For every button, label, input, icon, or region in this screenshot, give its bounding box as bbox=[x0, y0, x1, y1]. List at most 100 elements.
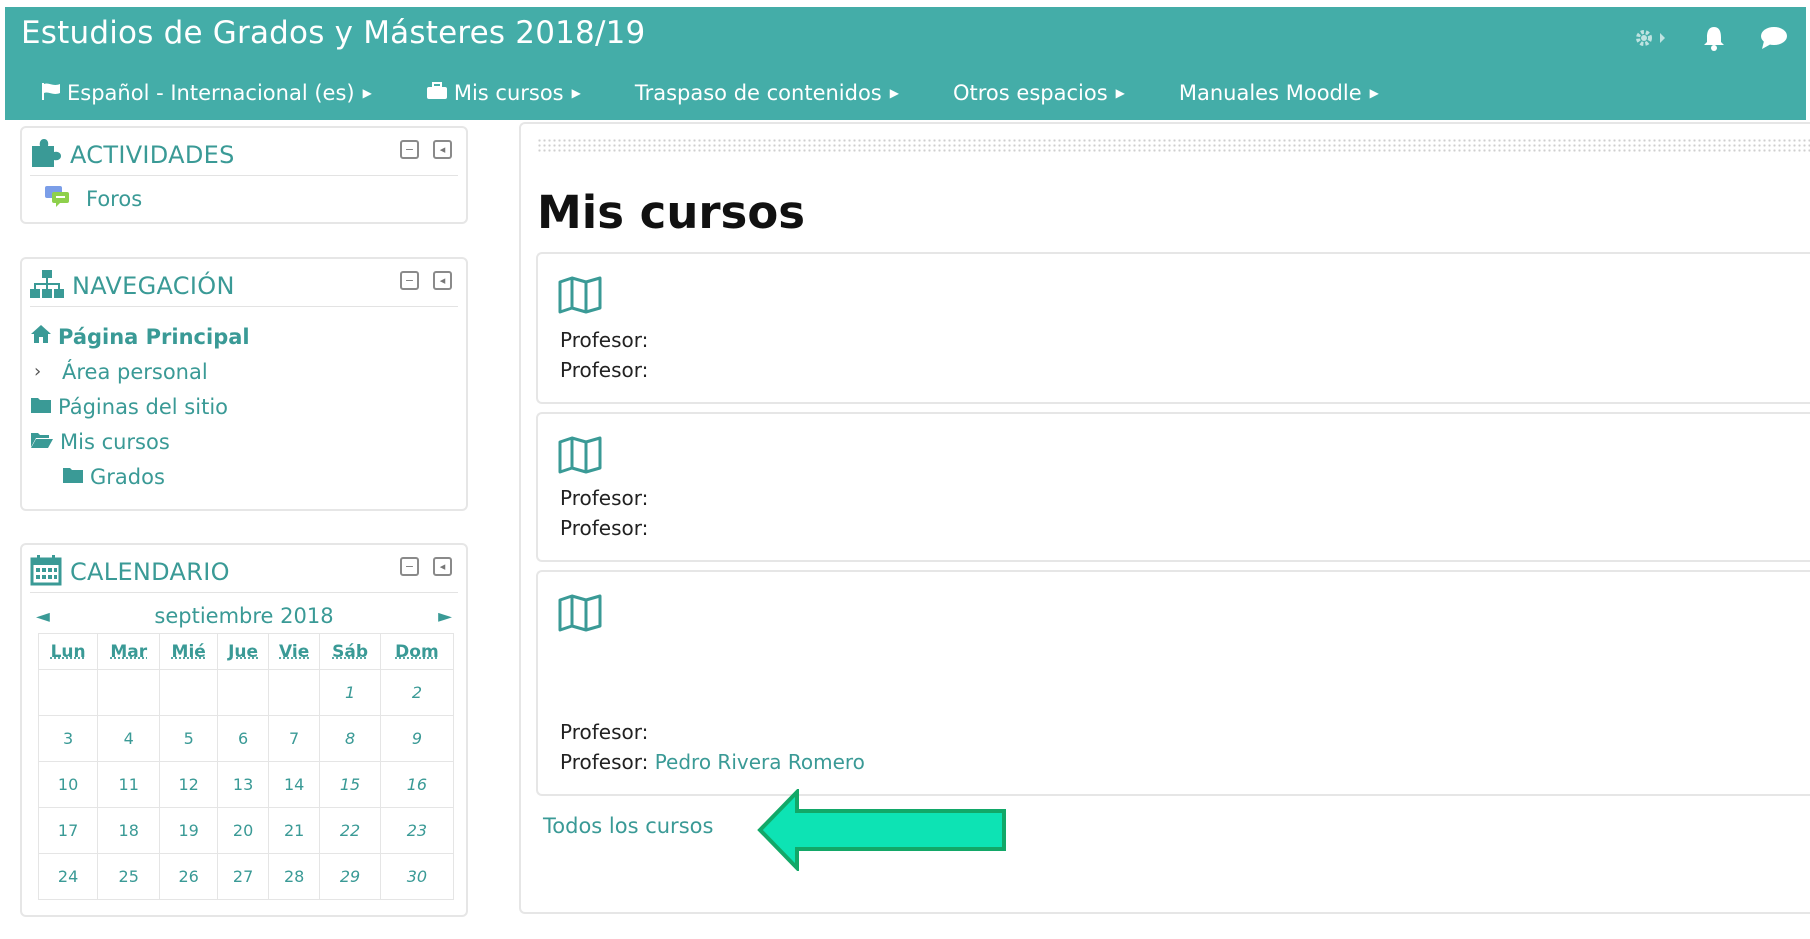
map-icon bbox=[558, 594, 602, 636]
weekday-header: Lun bbox=[39, 634, 98, 670]
calendar-day[interactable]: 17 bbox=[39, 808, 98, 854]
all-courses-link[interactable]: Todos los cursos bbox=[543, 814, 713, 838]
dock-icon[interactable]: ◂ bbox=[433, 140, 452, 159]
list-item[interactable]: Foros bbox=[44, 184, 142, 213]
teacher-line: Profesor: Pedro Rivera Romero bbox=[560, 750, 865, 774]
weekday-header: Sáb bbox=[320, 634, 381, 670]
calendar-day[interactable]: 26 bbox=[160, 854, 218, 900]
course-card[interactable]: Profesor: Profesor: Pedro Rivera Romero bbox=[536, 570, 1810, 796]
navigation-block: NAVEGACIÓN − ◂ Página Principal › Área p… bbox=[20, 257, 468, 511]
dock-icon[interactable]: ◂ bbox=[433, 557, 452, 576]
nav-other-spaces-label: Otros espacios bbox=[953, 81, 1108, 105]
calendar-day[interactable]: 16 bbox=[380, 762, 453, 808]
caret-right-icon: ▶ bbox=[1370, 86, 1379, 100]
calendar-day[interactable]: 19 bbox=[160, 808, 218, 854]
calendar-day[interactable]: 28 bbox=[269, 854, 320, 900]
block-header: CALENDARIO bbox=[30, 551, 458, 593]
calendar-day[interactable]: 2 bbox=[380, 670, 453, 716]
calendar-block: CALENDARIO − ◂ ◄ septiembre 2018 ► Lun M… bbox=[20, 543, 468, 917]
calendar-day[interactable]: 5 bbox=[160, 716, 218, 762]
site-title[interactable]: Estudios de Grados y Másteres 2018/19 bbox=[21, 15, 645, 51]
next-month-icon[interactable]: ► bbox=[438, 606, 452, 627]
main-content: Mis cursos Profesor: Profesor: Profesor:… bbox=[519, 122, 1810, 914]
collapse-icon[interactable]: − bbox=[400, 557, 419, 576]
briefcase-icon bbox=[426, 81, 448, 105]
calendar-day[interactable]: 12 bbox=[160, 762, 218, 808]
calendar-day[interactable]: 23 bbox=[380, 808, 453, 854]
nav-my-courses[interactable]: Mis cursos ▶ bbox=[426, 81, 581, 105]
bell-icon[interactable] bbox=[1702, 25, 1726, 51]
nav-moodle-manuals[interactable]: Manuales Moodle ▶ bbox=[1179, 81, 1379, 105]
block-title: NAVEGACIÓN bbox=[72, 272, 235, 300]
calendar-day[interactable]: 11 bbox=[98, 762, 160, 808]
calendar-day[interactable]: 25 bbox=[98, 854, 160, 900]
prev-month-icon[interactable]: ◄ bbox=[36, 606, 50, 627]
teacher-name[interactable]: Pedro Rivera Romero bbox=[655, 750, 865, 774]
nav-other-spaces[interactable]: Otros espacios ▶ bbox=[953, 81, 1125, 105]
calendar-day[interactable]: 20 bbox=[218, 808, 269, 854]
page-title: Mis cursos bbox=[537, 186, 805, 239]
collapse-icon[interactable]: − bbox=[400, 140, 419, 159]
nav-item-home[interactable]: Página Principal bbox=[30, 319, 250, 354]
calendar-day[interactable]: 14 bbox=[269, 762, 320, 808]
calendar-day[interactable]: 13 bbox=[218, 762, 269, 808]
course-card[interactable]: Profesor: Profesor: bbox=[536, 252, 1810, 404]
calendar-day[interactable]: 21 bbox=[269, 808, 320, 854]
calendar-day bbox=[39, 670, 98, 716]
block-title: ACTIVIDADES bbox=[70, 141, 235, 169]
calendar-day[interactable]: 4 bbox=[98, 716, 160, 762]
sitemap-icon bbox=[30, 269, 64, 303]
teacher-line: Profesor: bbox=[560, 486, 648, 510]
calendar-day[interactable]: 22 bbox=[320, 808, 381, 854]
puzzle-icon bbox=[30, 138, 62, 172]
calendar-day bbox=[160, 670, 218, 716]
nav-item-label: Grados bbox=[90, 465, 165, 489]
calendar-icon bbox=[30, 554, 62, 590]
calendar-day[interactable]: 24 bbox=[39, 854, 98, 900]
dock-icon[interactable]: ◂ bbox=[433, 271, 452, 290]
calendar-day[interactable]: 1 bbox=[320, 670, 381, 716]
calendar-day[interactable]: 29 bbox=[320, 854, 381, 900]
course-card[interactable]: Profesor: Profesor: bbox=[536, 412, 1810, 562]
calendar-day[interactable]: 30 bbox=[380, 854, 453, 900]
teacher-label: Profesor: bbox=[560, 358, 648, 382]
gear-icon[interactable] bbox=[1634, 28, 1668, 48]
calendar-day[interactable]: 8 bbox=[320, 716, 381, 762]
annotation-arrow bbox=[757, 789, 1007, 875]
calendar-day[interactable]: 15 bbox=[320, 762, 381, 808]
chat-icon[interactable] bbox=[1760, 26, 1788, 50]
nav-item-my-courses[interactable]: Mis cursos bbox=[30, 424, 250, 459]
nav-item-personal-area[interactable]: › Área personal bbox=[30, 354, 250, 389]
teacher-label: Profesor: bbox=[560, 328, 648, 352]
folder-icon bbox=[62, 465, 84, 489]
nav-item-label: Área personal bbox=[62, 360, 208, 384]
teacher-line: Profesor: bbox=[560, 720, 648, 744]
caret-right-icon: ▶ bbox=[1116, 86, 1125, 100]
calendar-day[interactable]: 7 bbox=[269, 716, 320, 762]
nav-item-site-pages[interactable]: Páginas del sitio bbox=[30, 389, 250, 424]
calendar-day[interactable]: 3 bbox=[39, 716, 98, 762]
weekday-header: Vie bbox=[269, 634, 320, 670]
calendar-month-nav: ◄ septiembre 2018 ► bbox=[36, 601, 452, 631]
chevron-right-icon: › bbox=[34, 361, 56, 382]
calendar-month-label[interactable]: septiembre 2018 bbox=[154, 604, 333, 628]
block-title: CALENDARIO bbox=[70, 558, 230, 586]
folder-icon bbox=[30, 395, 52, 419]
nav-item-grados[interactable]: Grados bbox=[30, 459, 250, 494]
calendar-day bbox=[218, 670, 269, 716]
nav-item-label: Página Principal bbox=[58, 325, 250, 349]
map-icon bbox=[558, 276, 602, 318]
caret-right-icon: ▶ bbox=[890, 86, 899, 100]
calendar-day bbox=[269, 670, 320, 716]
calendar-day[interactable]: 10 bbox=[39, 762, 98, 808]
calendar-day[interactable]: 6 bbox=[218, 716, 269, 762]
collapse-icon[interactable]: − bbox=[400, 271, 419, 290]
caret-right-icon: ▶ bbox=[572, 86, 581, 100]
calendar-day[interactable]: 27 bbox=[218, 854, 269, 900]
nav-content-transfer[interactable]: Traspaso de contenidos ▶ bbox=[635, 81, 899, 105]
calendar-day[interactable]: 18 bbox=[98, 808, 160, 854]
calendar-day[interactable]: 9 bbox=[380, 716, 453, 762]
nav-language[interactable]: Español - Internacional (es) ▶ bbox=[41, 81, 372, 105]
teacher-label: Profesor: bbox=[560, 486, 648, 510]
home-icon bbox=[30, 324, 52, 349]
